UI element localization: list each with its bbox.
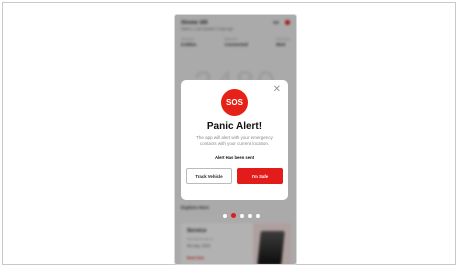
pager-dot[interactable] [248,213,252,218]
track-vehicle-button[interactable]: Track Vehicle [186,168,232,184]
phone-screen: Xtreme 160 Mathur | Last updated 2 days … [175,15,296,264]
page-frame: Xtreme 160 Mathur | Last updated 2 days … [2,2,456,265]
dialog-title: Panic Alert! [206,121,263,132]
carousel-pager [223,213,260,218]
dialog-description: The app will alert with your emergency c… [196,135,273,146]
im-safe-button[interactable]: I'm Safe [237,168,283,184]
close-icon[interactable]: ✕ [273,85,281,95]
pager-dot[interactable] [256,213,260,218]
pager-dot[interactable] [223,213,227,218]
alert-status: Alert Has been sent [214,155,255,160]
pager-dot-active[interactable] [231,213,236,218]
panic-alert-dialog: ✕ SOS Panic Alert! The app will alert wi… [181,80,288,200]
sos-icon: SOS [221,89,248,116]
pager-dot[interactable] [240,213,244,218]
